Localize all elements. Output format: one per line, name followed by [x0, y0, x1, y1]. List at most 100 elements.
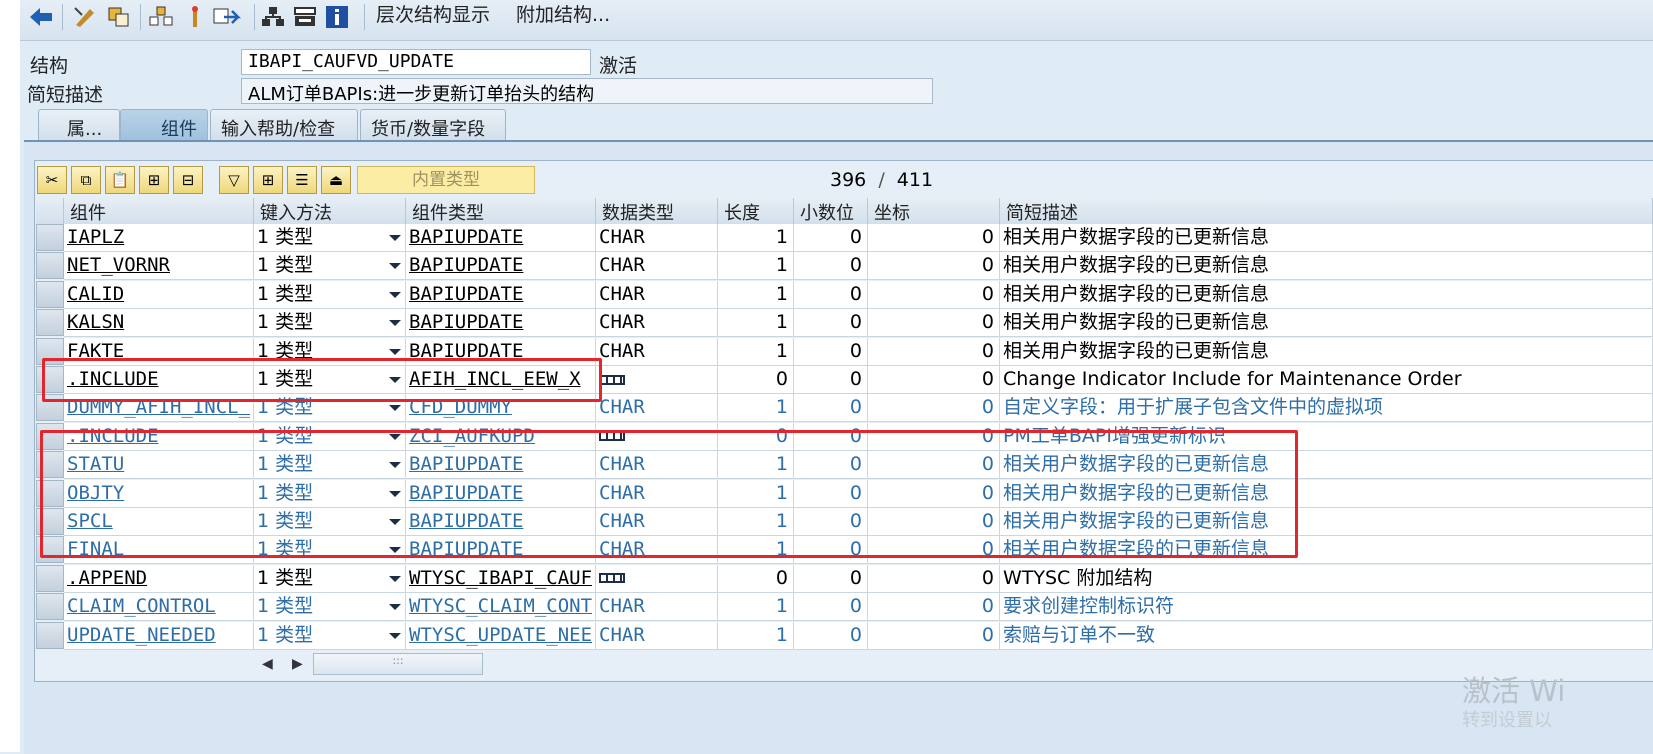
typing-method-cell[interactable]: 1 类型: [254, 224, 406, 252]
row-selector[interactable]: [36, 224, 64, 251]
table-row[interactable]: FINAL 1 类型 BAPIUPDATE CHAR 1 0 0 相关用户数据字段的已更新信息: [36, 536, 1653, 565]
dropdown-arrow-icon[interactable]: [389, 405, 401, 412]
typing-method-cell[interactable]: 1 类型: [254, 252, 406, 281]
component-cell[interactable]: IAPLZ: [64, 224, 254, 252]
short-description-field[interactable]: ALM订单BAPIs:进一步更新订单抬头的结构: [241, 78, 933, 104]
coordinate-cell[interactable]: 0: [868, 337, 1000, 366]
short-description-cell[interactable]: 相关用户数据字段的已更新信息: [1000, 280, 1653, 309]
table-row[interactable]: CALID 1 类型 BAPIUPDATE CHAR 1 0 0 相关用户数据字段的已更新信息: [36, 280, 1653, 309]
horizontal-scrollbar[interactable]: ◀ ▶ :::: [256, 652, 1653, 678]
tab-input-help-check[interactable]: 输入帮助/检查: [210, 109, 358, 141]
short-description-cell[interactable]: 相关用户数据字段的已更新信息: [1000, 479, 1653, 508]
typing-method-cell[interactable]: 1 类型: [254, 337, 406, 366]
paste-icon[interactable]: 📋: [105, 166, 135, 194]
decimals-cell[interactable]: 0: [794, 224, 868, 252]
dropdown-arrow-icon[interactable]: [389, 519, 401, 525]
component-type-cell[interactable]: BAPIUPDATE: [406, 280, 596, 309]
length-cell[interactable]: 1: [718, 252, 794, 281]
decimals-cell[interactable]: 0: [794, 451, 868, 480]
scroll-right-icon[interactable]: ▶: [292, 656, 303, 672]
table-row[interactable]: IAPLZ 1 类型 BAPIUPDATE CHAR 1 0 0 相关用户数据字段的已更新信息: [36, 224, 1653, 252]
column-header-short-description[interactable]: 简短描述: [1000, 198, 1653, 224]
length-cell[interactable]: 0: [718, 564, 794, 593]
column-header-component[interactable]: 组件: [64, 198, 254, 224]
short-description-cell[interactable]: 要求创建控制标识符: [1000, 593, 1653, 622]
select-all-header[interactable]: [36, 198, 64, 224]
decimals-cell[interactable]: 0: [794, 593, 868, 622]
length-cell[interactable]: 1: [718, 593, 794, 622]
coordinate-cell[interactable]: 0: [868, 593, 1000, 622]
component-type-cell[interactable]: BAPIUPDATE: [406, 508, 596, 536]
row-selector[interactable]: [36, 394, 64, 422]
row-selector[interactable]: [36, 451, 64, 479]
short-description-cell[interactable]: Change Indicator Include for Maintenance…: [1000, 366, 1653, 394]
short-description-cell[interactable]: WTYSC 附加结构: [1000, 564, 1653, 593]
coordinate-cell[interactable]: 0: [868, 508, 1000, 536]
component-cell[interactable]: DUMMY_AFIH_INCL_: [64, 394, 254, 423]
typing-method-cell[interactable]: 1 类型: [254, 451, 406, 480]
component-cell[interactable]: SPCL: [64, 508, 254, 536]
dropdown-arrow-icon[interactable]: [389, 490, 401, 497]
typing-method-cell[interactable]: 1 类型: [254, 593, 406, 622]
scroll-thumb[interactable]: :::: [313, 653, 483, 675]
data-type-cell[interactable]: CHAR: [596, 280, 718, 309]
data-type-cell[interactable]: CHAR: [596, 621, 718, 650]
column-header-decimals[interactable]: 小数位: [794, 198, 868, 224]
display-change-icon[interactable]: [70, 2, 100, 32]
row-selector[interactable]: [36, 536, 64, 564]
data-type-cell[interactable]: [596, 564, 718, 593]
dropdown-arrow-icon[interactable]: [389, 320, 401, 327]
coordinate-cell[interactable]: 0: [868, 366, 1000, 394]
data-type-cell[interactable]: CHAR: [596, 394, 718, 423]
length-cell[interactable]: 1: [718, 508, 794, 536]
component-cell[interactable]: CLAIM_CONTROL: [64, 593, 254, 622]
typing-method-cell[interactable]: 1 类型: [254, 394, 406, 423]
length-cell[interactable]: 1: [718, 451, 794, 480]
coordinate-cell[interactable]: 0: [868, 479, 1000, 508]
data-type-cell[interactable]: [596, 422, 718, 451]
short-description-cell[interactable]: 自定义字段：用于扩展子包含文件中的虚拟项: [1000, 394, 1653, 423]
where-used-icon[interactable]: [146, 2, 176, 32]
component-type-cell[interactable]: BAPIUPDATE: [406, 309, 596, 338]
component-type-cell[interactable]: BAPIUPDATE: [406, 252, 596, 281]
navigate-up-icon[interactable]: ⏏: [321, 166, 351, 194]
data-type-cell[interactable]: CHAR: [596, 479, 718, 508]
component-cell[interactable]: NET_VORNR: [64, 252, 254, 281]
table-row[interactable]: STATU 1 类型 BAPIUPDATE CHAR 1 0 0 相关用户数据字段的已更新信息: [36, 451, 1653, 480]
short-description-cell[interactable]: 相关用户数据字段的已更新信息: [1000, 508, 1653, 536]
table-row[interactable]: KALSN 1 类型 BAPIUPDATE CHAR 1 0 0 相关用户数据字段的已更新信息: [36, 309, 1653, 338]
coordinate-cell[interactable]: 0: [868, 422, 1000, 451]
length-cell[interactable]: 1: [718, 536, 794, 565]
table-row[interactable]: OBJTY 1 类型 BAPIUPDATE CHAR 1 0 0 相关用户数据字段的已更新信息: [36, 479, 1653, 508]
builtin-type-button[interactable]: 内置类型: [357, 166, 535, 194]
insert-row-icon[interactable]: ⊞: [139, 166, 169, 194]
delete-row-icon[interactable]: ⊟: [173, 166, 203, 194]
row-selector[interactable]: [36, 593, 64, 621]
typing-method-cell[interactable]: 1 类型: [254, 309, 406, 338]
table-row[interactable]: DUMMY_AFIH_INCL_ 1 类型 CFD_DUMMY CHAR 1 0 0 自定义字…: [36, 394, 1653, 423]
tab-currency-quantity[interactable]: 货币/数量字段: [360, 109, 506, 141]
dropdown-arrow-icon[interactable]: [389, 575, 401, 582]
expand-icon[interactable]: ⊞: [253, 166, 283, 194]
data-type-cell[interactable]: CHAR: [596, 593, 718, 622]
length-cell[interactable]: 1: [718, 479, 794, 508]
other-object-icon[interactable]: [104, 2, 134, 32]
table-row[interactable]: SPCL 1 类型 BAPIUPDATE CHAR 1 0 0 相关用户数据字段的已更新信息: [36, 508, 1653, 536]
short-description-cell[interactable]: 相关用户数据字段的已更新信息: [1000, 337, 1653, 366]
copy-icon[interactable]: ⧉: [71, 166, 101, 194]
decimals-cell[interactable]: 0: [794, 422, 868, 451]
short-description-cell[interactable]: 相关用户数据字段的已更新信息: [1000, 309, 1653, 338]
row-selector[interactable]: [36, 309, 64, 337]
table-row[interactable]: .INCLUDE 1 类型 ZCI_AUFKUPD 0 0 0 PM工单BAPI增强更新标识: [36, 422, 1653, 451]
length-cell[interactable]: 1: [718, 621, 794, 650]
component-cell[interactable]: .INCLUDE: [64, 422, 254, 451]
row-selector[interactable]: [36, 422, 64, 450]
row-selector[interactable]: [36, 366, 64, 393]
short-description-cell[interactable]: 相关用户数据字段的已更新信息: [1000, 224, 1653, 252]
print-icon[interactable]: [290, 2, 320, 32]
component-type-cell[interactable]: CFD_DUMMY: [406, 394, 596, 423]
decimals-cell[interactable]: 0: [794, 621, 868, 650]
tab-components[interactable]: 组件: [120, 109, 208, 141]
data-type-cell[interactable]: CHAR: [596, 309, 718, 338]
length-cell[interactable]: 0: [718, 422, 794, 451]
